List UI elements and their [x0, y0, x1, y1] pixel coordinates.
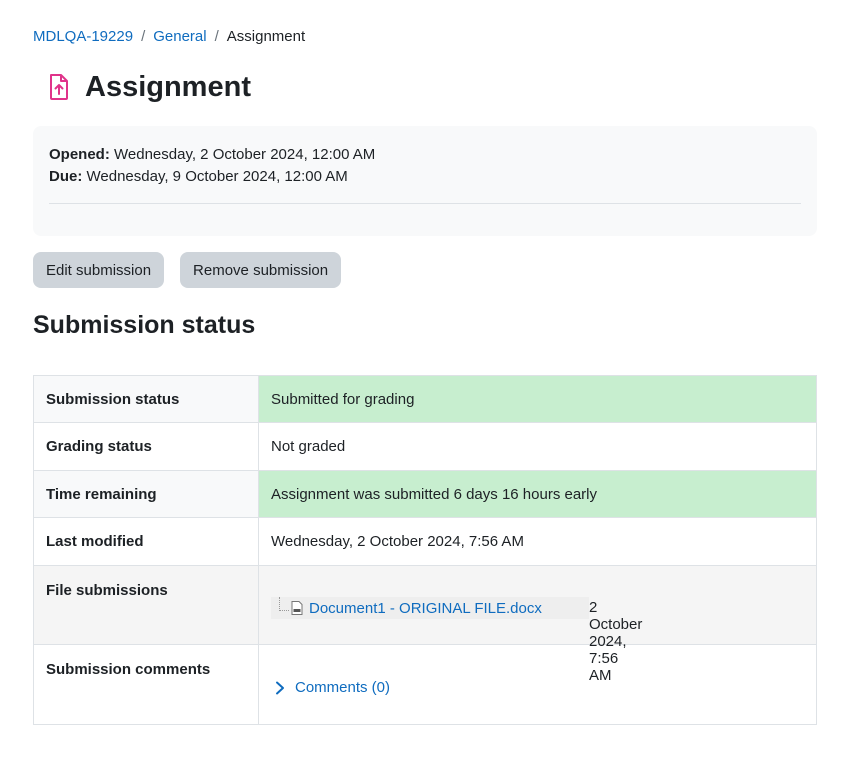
breadcrumb-section-link[interactable]: General — [153, 28, 206, 45]
file-tree-item: Document1 - ORIGINAL FILE.docx 2 October… — [271, 597, 642, 684]
time-remaining-value: Assignment was submitted 6 days 16 hours… — [258, 470, 817, 518]
file-submissions-cell: Document1 - ORIGINAL FILE.docx 2 October… — [258, 565, 817, 684]
table-row: Submission status Submitted for grading — [33, 375, 817, 423]
grading-status-value: Not graded — [258, 422, 817, 471]
table-row: Submission comments Comments (0) — [33, 644, 817, 725]
row-label: Grading status — [33, 422, 259, 471]
breadcrumb-course-link[interactable]: MDLQA-19229 — [33, 28, 133, 45]
submission-status-table: Submission status Submitted for grading … — [33, 375, 817, 725]
due-label: Due: — [49, 168, 83, 185]
submission-status-value: Submitted for grading — [258, 375, 817, 423]
breadcrumb-separator: / — [214, 28, 219, 45]
chevron-right-icon — [275, 681, 285, 695]
file-date: 2 October 2024, 7:56 AM — [589, 599, 643, 684]
breadcrumb: MDLQA-19229 / General / Assignment — [33, 28, 305, 45]
submission-comments-cell: Comments (0) — [258, 644, 817, 725]
breadcrumb-separator: / — [141, 28, 146, 45]
table-row: Time remaining Assignment was submitted … — [33, 470, 817, 518]
breadcrumb-current: Assignment — [226, 28, 306, 45]
edit-submission-button[interactable]: Edit submission — [33, 252, 165, 288]
page-header: Assignment — [33, 68, 251, 106]
row-label: File submissions — [33, 565, 259, 645]
tree-connector — [279, 597, 289, 611]
opened-value: Wednesday, 2 October 2024, 12:00 AM — [114, 146, 376, 163]
file-link[interactable]: Document1 - ORIGINAL FILE.docx — [309, 600, 542, 617]
divider — [49, 203, 801, 204]
row-label: Time remaining — [33, 470, 259, 518]
table-row: Grading status Not graded — [33, 422, 817, 471]
row-label: Submission comments — [33, 644, 259, 725]
assignment-upload-icon — [33, 68, 85, 106]
activity-dates: Opened: Wednesday, 2 October 2024, 12:00… — [33, 126, 817, 236]
opened-date: Opened: Wednesday, 2 October 2024, 12:00… — [49, 144, 801, 166]
remove-submission-button[interactable]: Remove submission — [180, 252, 342, 288]
submission-actions: Edit submission Remove submission — [33, 252, 342, 288]
due-value: Wednesday, 9 October 2024, 12:00 AM — [86, 168, 348, 185]
table-row: File submissions Document1 - ORIGINAL FI… — [33, 565, 817, 684]
row-label: Submission status — [33, 375, 259, 423]
submission-status-heading: Submission status — [33, 311, 256, 339]
page-title: Assignment — [85, 70, 251, 103]
docx-file-icon — [291, 601, 303, 615]
opened-label: Opened: — [49, 146, 110, 163]
comments-toggle[interactable]: Comments (0) — [271, 679, 804, 696]
table-row: Last modified Wednesday, 2 October 2024,… — [33, 517, 817, 566]
comments-label: Comments (0) — [295, 679, 391, 696]
row-label: Last modified — [33, 517, 259, 566]
due-date: Due: Wednesday, 9 October 2024, 12:00 AM — [49, 166, 801, 188]
last-modified-value: Wednesday, 2 October 2024, 7:56 AM — [258, 517, 817, 566]
